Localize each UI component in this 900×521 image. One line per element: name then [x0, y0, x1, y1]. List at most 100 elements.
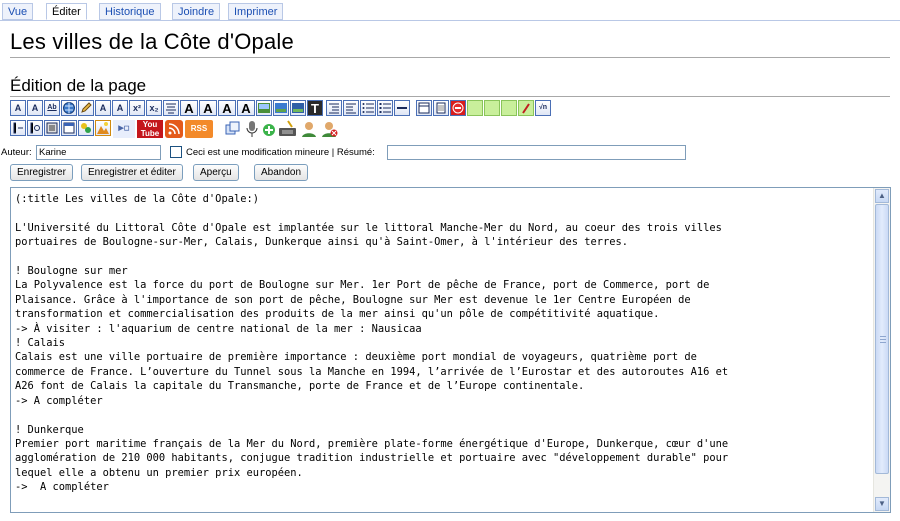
add-circle-icon[interactable] — [261, 120, 277, 138]
minor-edit-checkbox[interactable] — [170, 146, 182, 158]
page-icon[interactable] — [433, 100, 449, 116]
bigger-text-button[interactable]: A — [95, 100, 111, 116]
heading1-button[interactable]: A — [180, 100, 198, 116]
save-and-edit-button[interactable]: Enregistrer et éditer — [81, 164, 183, 181]
heading3-button[interactable]: A — [218, 100, 236, 116]
editor-line: commerce de France. L’ouverture du Tunne… — [15, 365, 729, 378]
link-globe-icon[interactable] — [61, 100, 77, 116]
editor-line: ! Dunkerque — [15, 423, 84, 436]
tab-edit[interactable]: Éditer — [46, 3, 87, 20]
summary-input[interactable] — [387, 145, 686, 160]
scroll-up-icon[interactable]: ▲ — [875, 189, 889, 203]
strong-button[interactable]: A — [27, 100, 43, 116]
table-green-3-icon[interactable] — [501, 100, 517, 116]
mountain-icon[interactable] — [95, 120, 111, 136]
editor-line: La Polyvalence est la force du port de B… — [15, 279, 710, 292]
editor-line: A26 font de Calais la capitale du Transm… — [15, 380, 585, 393]
frame-icon[interactable] — [44, 120, 60, 136]
underline-button[interactable]: Ab — [44, 100, 60, 116]
editor-line: transformation et commercialisation des … — [15, 308, 660, 321]
title-divider — [10, 57, 890, 58]
rss-button[interactable]: RSS — [185, 120, 213, 138]
scroll-grip — [880, 342, 886, 343]
user-remove-icon[interactable] — [320, 120, 338, 138]
list-indent-icon[interactable] — [326, 100, 342, 116]
tab-view[interactable]: Vue — [2, 3, 34, 20]
editor-line: ! Boulogne sur mer — [15, 265, 128, 278]
math-sqrt-icon[interactable]: √n — [535, 100, 551, 116]
window-icon[interactable] — [61, 120, 77, 136]
editor-line: -> À visiter : l'aquarium de centre nati… — [15, 322, 422, 335]
format-toolbar: A A Ab A A x² x₂ A A A A T √n — [10, 100, 630, 118]
center-text-icon[interactable] — [163, 100, 179, 116]
tab-print[interactable]: Imprimer — [228, 3, 284, 20]
editor-line: -> A compléter — [15, 394, 103, 407]
editor-line: -> A compléter — [15, 481, 109, 494]
bullet-list-icon[interactable] — [377, 100, 393, 116]
preview-button[interactable]: Aperçu — [193, 164, 239, 181]
youtube-icon[interactable]: You Tube — [137, 120, 163, 138]
table-edit-icon[interactable] — [518, 100, 534, 116]
stop-icon[interactable] — [450, 100, 466, 116]
table-icon[interactable] — [416, 100, 432, 116]
editor-line: Premier port maritime français de la Mer… — [15, 437, 729, 450]
smaller-text-button[interactable]: A — [112, 100, 128, 116]
superscript-button[interactable]: x² — [129, 100, 145, 116]
edit-heading-text: Édition de la page — [10, 76, 147, 95]
list-outdent-icon[interactable] — [343, 100, 359, 116]
minor-edit-label: Ceci est une modification mineure | Résu… — [186, 147, 375, 158]
edit-heading: Édition de la page — [10, 76, 146, 96]
editor-line: ! Calais — [15, 337, 66, 350]
table-green-1-icon[interactable] — [467, 100, 483, 116]
scroll-thumb[interactable] — [875, 204, 889, 474]
text-style-icon[interactable]: T — [307, 100, 323, 116]
scroll-grip — [880, 339, 886, 340]
extras-toolbar: ▶◻ You Tube RSS — [10, 120, 390, 138]
bracket-at-icon[interactable] — [27, 120, 43, 136]
horizontal-rule-icon[interactable] — [394, 100, 410, 116]
author-label: Auteur: — [1, 147, 32, 158]
color-palette-icon[interactable] — [78, 120, 94, 136]
heading4-button[interactable]: A — [237, 100, 255, 116]
editor-line: Calais est une ville portuaire de premiè… — [15, 351, 697, 364]
pencil-icon[interactable] — [78, 100, 94, 116]
microphone-icon[interactable] — [245, 120, 259, 138]
editor-line: agglomération de 210 000 habitants, conj… — [15, 452, 729, 465]
wiki-text-editor[interactable]: (:title Les villes de la Côte d'Opale:) … — [10, 187, 891, 513]
cancel-button[interactable]: Abandon — [254, 164, 309, 181]
emphasis-button[interactable]: A — [10, 100, 26, 116]
youtube-label: You Tube — [140, 120, 160, 138]
tab-attach[interactable]: Joindre — [172, 3, 221, 20]
keyboard-pen-icon[interactable] — [278, 120, 298, 138]
image-png-icon[interactable] — [290, 100, 306, 116]
editor-line: (:title Les villes de la Côte d'Opale:) — [15, 193, 259, 205]
scroll-down-icon[interactable]: ▼ — [875, 497, 889, 511]
image-gif-icon[interactable] — [256, 100, 272, 116]
tab-bar: Vue Éditer Historique Joindre Imprimer — [0, 0, 900, 22]
table-green-2-icon[interactable] — [484, 100, 500, 116]
author-input[interactable] — [36, 145, 161, 160]
editor-line: portuaires de Boulogne-sur-Mer, Calais, … — [15, 236, 629, 249]
subscript-button[interactable]: x₂ — [146, 100, 162, 116]
editor-line: Plaisance. Grâce à l'importance de son p… — [15, 293, 691, 306]
editor-content[interactable]: (:title Les villes de la Côte d'Opale:) … — [15, 192, 870, 495]
scroll-grip — [880, 336, 886, 337]
copy-pages-icon[interactable] — [224, 120, 242, 138]
page-title: Les villes de la Côte d'Opale — [10, 29, 294, 54]
save-button[interactable]: Enregistrer — [10, 164, 73, 181]
heading-divider — [10, 96, 890, 97]
rss-feed-icon[interactable] — [165, 120, 183, 138]
editor-scrollbar[interactable]: ▲ ▼ — [873, 188, 890, 512]
tab-divider — [0, 20, 900, 21]
user-add-icon[interactable] — [300, 120, 318, 138]
image-jpg-icon[interactable] — [273, 100, 289, 116]
editor-line: L'Université du Littoral Côte d'Opale es… — [15, 221, 722, 234]
tab-history[interactable]: Historique — [99, 3, 161, 20]
flash-video-icon[interactable]: ▶◻ — [113, 120, 135, 138]
numbered-list-icon[interactable] — [360, 100, 376, 116]
heading2-button[interactable]: A — [199, 100, 217, 116]
bracket-left-icon[interactable] — [10, 120, 26, 136]
